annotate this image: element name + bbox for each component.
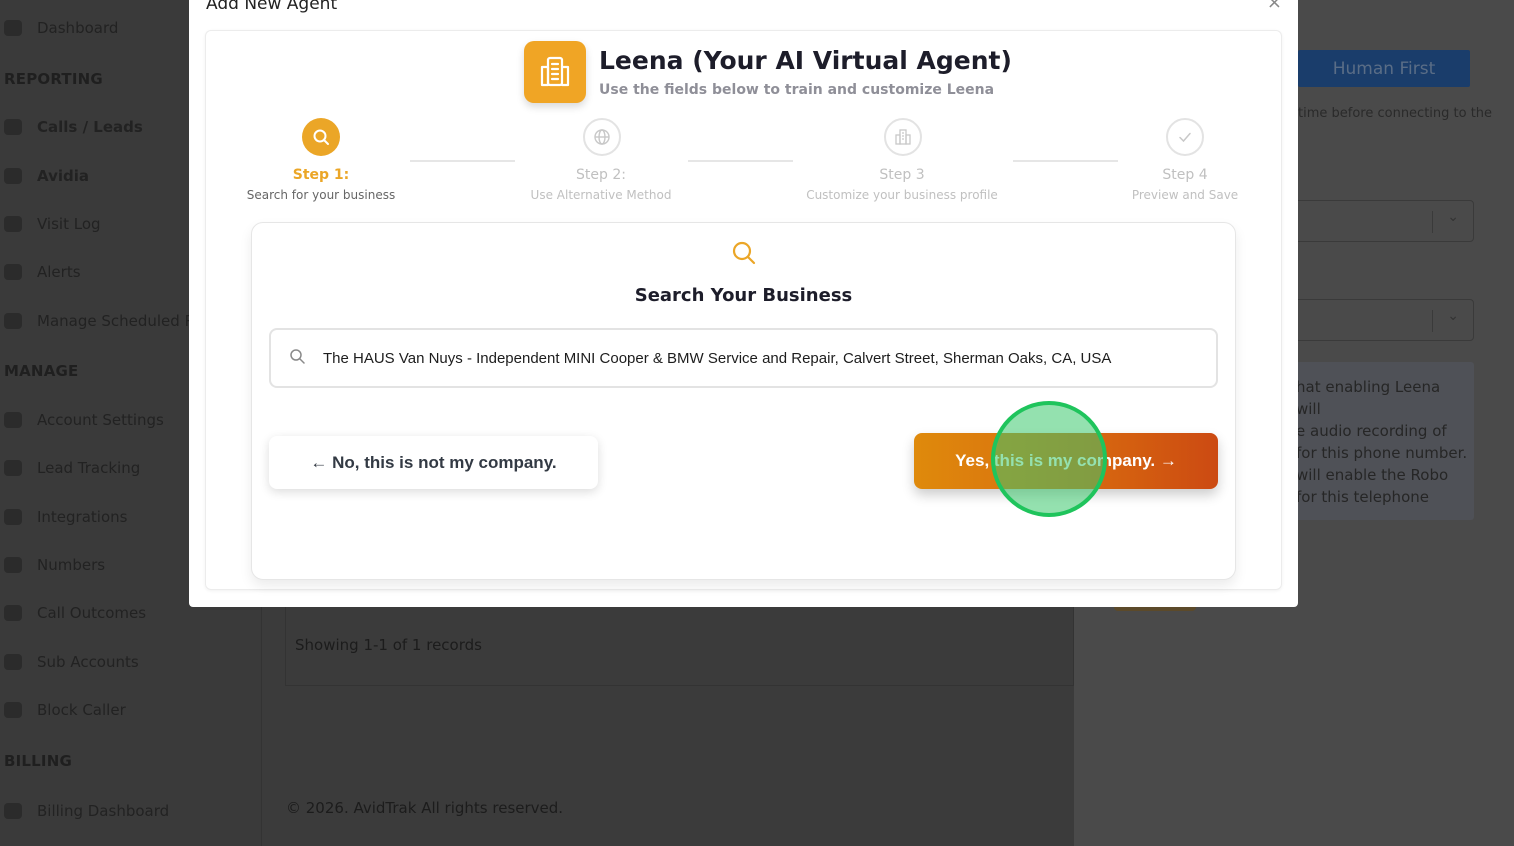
section-reporting: REPORTING <box>4 70 103 88</box>
info-line: hat enabling Leena will <box>1296 378 1441 418</box>
sidebar-item-dashboard[interactable]: Dashboard <box>0 13 118 43</box>
step-1-search-icon <box>302 118 340 156</box>
section-billing: BILLING <box>4 752 72 770</box>
sidebar-item-label: Visit Log <box>37 215 101 233</box>
sidebar-item-label: Calls / Leads <box>37 118 143 136</box>
confirm-company-button[interactable]: Yes, this is my company. → <box>914 433 1218 489</box>
clipboard-icon <box>4 605 22 621</box>
step-2-description: Use Alternative Method <box>530 188 672 202</box>
section-manage: MANAGE <box>4 362 79 380</box>
select-divider <box>1432 211 1433 233</box>
info-line: for this phone number. <box>1296 444 1468 462</box>
sidebar-item-label: Avidia <box>37 167 89 185</box>
info-line: e audio recording of <box>1296 422 1447 440</box>
sidebar-item-label: Lead Tracking <box>37 459 141 477</box>
step-connector <box>410 160 515 162</box>
sidebar-item-numbers[interactable]: Numbers <box>0 550 105 580</box>
step-4-description: Preview and Save <box>1131 188 1239 202</box>
sidebar-item-block-caller[interactable]: Block Caller <box>0 695 126 725</box>
sidebar-item-calls-leads[interactable]: Calls / Leads <box>0 112 143 142</box>
sidebar-item-label: Dashboard <box>37 19 119 37</box>
building-icon <box>524 41 586 103</box>
agent-name: Leena (Your AI Virtual Agent) <box>599 46 1012 75</box>
sidebar-item-integrations[interactable]: Integrations <box>0 502 127 532</box>
step-3-description: Customize your business profile <box>806 188 998 202</box>
select-dropdown-2[interactable]: ⌄ <box>1290 299 1474 341</box>
sidebar-item-account-settings[interactable]: Account Settings <box>0 405 164 435</box>
sidebar-item-label: Billing Dashboard <box>37 802 170 820</box>
grid-icon <box>4 509 22 525</box>
hash-icon <box>4 557 22 573</box>
sidebar-item-lead-tracking[interactable]: Lead Tracking <box>0 453 140 483</box>
records-count: Showing 1-1 of 1 records <box>295 636 482 654</box>
info-line: for this telephone <box>1296 488 1429 506</box>
info-line: will enable the Robo <box>1296 466 1449 484</box>
search-input-value: The HAUS Van Nuys - Independent MINI Coo… <box>323 349 1112 367</box>
sidebar-item-label: Sub Accounts <box>37 653 139 671</box>
globe-icon <box>4 216 22 232</box>
step-3-building-icon <box>884 118 922 156</box>
step-connector <box>1013 160 1118 162</box>
step-2-globe-icon <box>583 118 621 156</box>
step-2-label: Step 2: <box>576 167 626 183</box>
sidebar-item-visit-log[interactable]: Visit Log <box>0 209 101 239</box>
sidebar-item-label: Call Outcomes <box>37 604 147 622</box>
step-connector <box>688 160 793 162</box>
calendar-icon <box>4 313 22 329</box>
phone-icon <box>4 119 22 135</box>
chevron-down-icon: ⌄ <box>1447 308 1459 324</box>
human-first-button[interactable]: Human First <box>1298 50 1470 87</box>
search-icon <box>731 240 757 270</box>
close-icon[interactable]: × <box>1267 0 1282 13</box>
sidebar-item-avidia[interactable]: Avidia <box>0 161 89 191</box>
sidebar-item-label: Alerts <box>37 263 81 281</box>
hint-text: time before connecting to the <box>1298 106 1493 121</box>
search-heading: Search Your Business <box>634 285 853 306</box>
search-icon <box>289 348 305 368</box>
sidebar-item-call-outcomes[interactable]: Call Outcomes <box>0 598 146 628</box>
user-block-icon <box>4 702 22 718</box>
not-my-company-button[interactable]: ← No, this is not my company. <box>269 436 598 489</box>
gear-icon <box>4 412 22 428</box>
step-1-label: Step 1: <box>292 167 350 183</box>
sidebar-item-label: Account Settings <box>37 411 164 429</box>
users-icon <box>4 654 22 670</box>
step-1-description: Search for your business <box>246 188 396 202</box>
dashboard-icon <box>4 20 22 36</box>
sidebar-item-manage-scheduled-reports[interactable]: Manage Scheduled Re <box>0 306 204 336</box>
sidebar-item-sub-accounts[interactable]: Sub Accounts <box>0 647 139 677</box>
sidebar-item-label: Block Caller <box>37 701 126 719</box>
pie-chart-icon <box>4 460 22 476</box>
info-notice: hat enabling Leena will e audio recordin… <box>1290 362 1474 520</box>
agent-subtitle: Use the fields below to train and custom… <box>599 82 995 98</box>
business-search-input[interactable]: The HAUS Van Nuys - Independent MINI Coo… <box>269 328 1218 388</box>
step-3-label: Step 3 <box>879 167 925 183</box>
modal-title: Add New Agent <box>206 0 338 14</box>
step-4-label: Step 4 <box>1162 167 1208 183</box>
sidebar-item-label: Manage Scheduled Re <box>37 312 204 330</box>
chevron-down-icon: ⌄ <box>1447 209 1459 225</box>
select-divider <box>1432 310 1433 332</box>
sidebar-item-billing-dashboard[interactable]: Billing Dashboard <box>0 796 169 826</box>
step-4-check-icon <box>1166 118 1204 156</box>
robot-icon <box>4 168 22 184</box>
copyright-footer: © 2026. AvidTrak All rights reserved. <box>286 799 564 817</box>
select-dropdown-1[interactable]: ⌄ <box>1290 200 1474 242</box>
bell-icon <box>4 264 22 280</box>
sidebar-item-alerts[interactable]: Alerts <box>0 257 81 287</box>
sidebar-item-label: Numbers <box>37 556 106 574</box>
add-agent-modal: Add New Agent × Leena (Your AI Virtual A… <box>189 0 1298 607</box>
sidebar-item-label: Integrations <box>37 508 128 526</box>
credit-card-icon <box>4 803 22 819</box>
search-business-card <box>251 222 1236 580</box>
